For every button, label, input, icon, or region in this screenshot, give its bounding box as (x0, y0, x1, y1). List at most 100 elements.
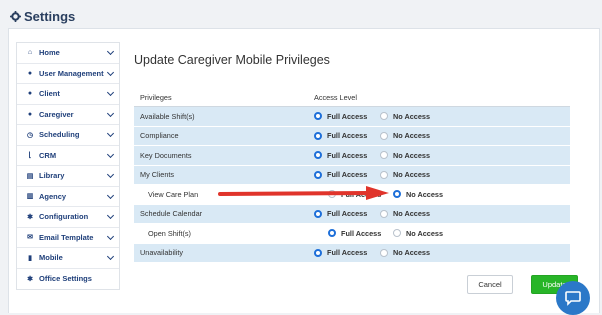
radio-button-icon (380, 112, 388, 121)
chevron-down-icon (106, 211, 115, 220)
table-row: Unavailability Full Access No Access (134, 243, 570, 263)
radio-button-icon (393, 229, 401, 238)
radio-button-icon (314, 209, 322, 218)
sidebar-item-label: Configuration (39, 212, 89, 222)
access-level-header: Access Level (314, 92, 357, 102)
privilege-label: View Care Plan (148, 189, 199, 199)
user-icon: ● (27, 69, 33, 77)
radio-label: Full Access (327, 170, 368, 180)
table-header: Privileges Access Level (134, 88, 570, 107)
table-row: Open Shift(s) Full Access No Access (134, 224, 570, 244)
sidebar-item-library[interactable]: ▤ Library (17, 166, 119, 187)
no-access-radio[interactable]: No Access (380, 209, 430, 218)
chevron-down-icon (106, 68, 115, 76)
gear-icon (10, 11, 21, 22)
full-access-radio[interactable]: Full Access (314, 209, 367, 218)
sidebar-item-label: Home (39, 48, 60, 58)
chevron-down-icon (106, 47, 115, 56)
sidebar-item-label: Office Settings (39, 274, 92, 284)
radio-button-icon (314, 170, 322, 179)
no-access-radio[interactable]: No Access (380, 112, 430, 121)
chart-icon: ⌊ (28, 152, 32, 160)
gear-icon: ✱ (27, 275, 33, 283)
radio-button-icon (380, 170, 388, 179)
no-access-radio[interactable]: No Access (393, 229, 443, 238)
page-title-text: Settings (24, 9, 76, 24)
sidebar-item-caregiver[interactable]: ● Caregiver (17, 105, 119, 125)
mobile-icon: ▮ (28, 254, 32, 262)
sidebar-item-label: Caregiver (39, 109, 74, 119)
radio-label: Full Access (327, 150, 368, 160)
gears-icon: ✱ (27, 213, 33, 221)
chevron-down-icon (106, 88, 115, 97)
chevron-down-icon (106, 191, 115, 199)
chat-icon (565, 291, 581, 306)
sidebar-item-label: User Management (39, 68, 104, 78)
chevron-down-icon (106, 109, 115, 117)
table-row: Available Shift(s) Full Access No Access (134, 107, 570, 127)
full-access-radio[interactable]: Full Access (328, 229, 381, 238)
chevron-down-icon (106, 252, 115, 261)
privilege-label: Open Shift(s) (148, 228, 191, 238)
full-access-radio[interactable]: Full Access (314, 248, 367, 257)
radio-label: No Access (393, 209, 431, 219)
sidebar-item-client[interactable]: ● Client (17, 84, 119, 105)
radio-button-icon (380, 131, 388, 140)
radio-label: Full Access (327, 248, 368, 258)
full-access-radio[interactable]: Full Access (314, 131, 367, 140)
sidebar-item-configuration[interactable]: ✱ Configuration (17, 207, 119, 228)
radio-label: Full Access (327, 209, 368, 219)
privilege-label: Unavailability (140, 248, 183, 258)
table-row: Compliance Full Access No Access (134, 126, 570, 146)
radio-label: Full Access (327, 131, 368, 141)
privilege-label: My Clients (140, 170, 175, 180)
radio-button-icon (328, 229, 336, 238)
full-access-radio[interactable]: Full Access (314, 170, 367, 179)
chat-launcher-button[interactable] (556, 281, 590, 315)
chevron-down-icon (106, 170, 115, 179)
no-access-radio[interactable]: No Access (380, 248, 430, 257)
sidebar-item-crm[interactable]: ⌊ CRM (17, 146, 119, 166)
user-icon: ● (27, 110, 33, 118)
cancel-button[interactable]: Cancel (467, 275, 513, 294)
sidebar: ⌂ Home ● User Management ● Client ● Care… (16, 42, 120, 290)
page-title: Settings (10, 9, 75, 24)
table-row: Schedule Calendar Full Access No Access (134, 204, 570, 224)
radio-button-icon (380, 248, 388, 257)
user-icon: ● (27, 90, 33, 98)
no-access-radio[interactable]: No Access (380, 170, 430, 179)
sidebar-item-home[interactable]: ⌂ Home (17, 43, 119, 64)
radio-label: No Access (406, 189, 444, 199)
sidebar-item-office-settings[interactable]: ✱ Office Settings (17, 269, 119, 290)
radio-label: No Access (393, 111, 431, 121)
home-icon: ⌂ (27, 49, 33, 57)
sidebar-item-label: Library (39, 171, 65, 181)
privilege-label: Key Documents (140, 150, 192, 160)
sidebar-item-mobile[interactable]: ▮ Mobile (17, 248, 119, 269)
privileges-header: Privileges (140, 92, 172, 102)
no-access-radio[interactable]: No Access (380, 151, 430, 160)
chevron-down-icon (106, 129, 115, 138)
radio-label: Full Access (341, 228, 382, 238)
sidebar-item-label: Agency (39, 191, 67, 201)
radio-button-icon (380, 209, 388, 218)
radio-button-icon (393, 190, 401, 199)
privileges-table: Privileges Access Level Available Shift(… (134, 88, 570, 263)
sidebar-item-user-management[interactable]: ● User Management (17, 64, 119, 84)
sidebar-item-label: CRM (39, 150, 57, 160)
sidebar-item-agency[interactable]: ▥ Agency (17, 187, 119, 207)
sidebar-item-label: Scheduling (39, 130, 80, 140)
main-title: Update Caregiver Mobile Privileges (134, 53, 330, 67)
page-header: Settings (0, 0, 602, 36)
no-access-radio[interactable]: No Access (380, 131, 430, 140)
full-access-radio[interactable]: Full Access (314, 112, 367, 121)
no-access-radio[interactable]: No Access (393, 190, 443, 199)
sidebar-item-scheduling[interactable]: ◷ Scheduling (17, 125, 119, 146)
privilege-label: Available Shift(s) (140, 111, 195, 121)
book-icon: ▤ (26, 172, 34, 180)
table-row: Key Documents Full Access No Access (134, 146, 570, 166)
building-icon: ▥ (26, 193, 34, 201)
sidebar-item-email-template[interactable]: ✉ Email Template (17, 228, 119, 248)
radio-button-icon (314, 112, 322, 121)
full-access-radio[interactable]: Full Access (314, 151, 367, 160)
